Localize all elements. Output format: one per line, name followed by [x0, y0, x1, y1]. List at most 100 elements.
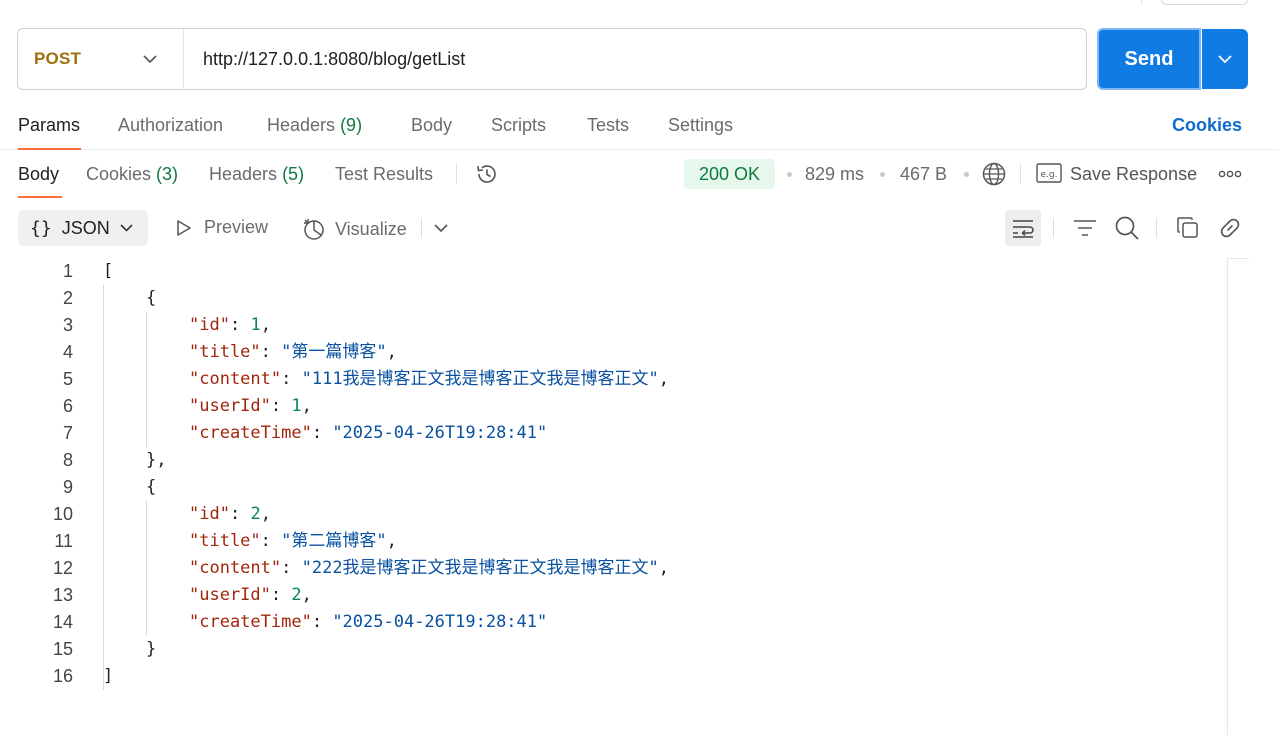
json-punctuation: : — [260, 531, 282, 551]
json-string: "第一篇博客" — [281, 342, 387, 362]
chevron-down-icon — [120, 224, 133, 232]
code-line: 8}, — [0, 447, 1220, 474]
line-number: 1 — [62, 261, 73, 281]
code-text: "id": 2, — [189, 501, 271, 528]
separator-dot — [787, 172, 792, 177]
json-punctuation: : — [311, 423, 333, 443]
tab-tests[interactable]: Tests — [587, 115, 629, 136]
code-line: 14 "createTime": "2025-04-26T19:28:41" — [0, 609, 1220, 636]
tab-label: Body — [411, 115, 453, 135]
tab-params[interactable]: Params — [18, 115, 80, 136]
tab-settings[interactable]: Settings — [668, 115, 733, 136]
url-bar: POST http://127.0.0.1:8080/blog/getList — [17, 28, 1087, 90]
json-key: "id" — [189, 504, 230, 524]
line-number: 14 — [52, 612, 73, 632]
filter-icon — [1074, 220, 1096, 236]
copy-icon — [1177, 217, 1198, 238]
json-punctuation: , — [260, 315, 271, 335]
search-button[interactable] — [1114, 215, 1140, 241]
json-punctuation: : — [229, 315, 251, 335]
svg-text:e.g.: e.g. — [1041, 170, 1058, 180]
method-label: POST — [34, 49, 82, 68]
tab-label: Headers — [209, 164, 278, 184]
vertical-scrollbar[interactable] — [1227, 258, 1249, 735]
json-key: "title" — [189, 531, 261, 551]
format-select[interactable]: {} JSON — [18, 210, 148, 246]
line-number: 9 — [62, 477, 73, 497]
response-tab-test-results[interactable]: Test Results — [335, 164, 433, 185]
chevron-down-icon — [434, 223, 448, 232]
tab-label: Cookies — [86, 164, 152, 184]
code-line: 4 "title": "第一篇博客", — [0, 339, 1220, 366]
tab-count: (5) — [282, 164, 305, 184]
line-number: 7 — [62, 423, 73, 443]
json-punctuation: , — [386, 342, 397, 362]
code-line: 9{ — [0, 474, 1220, 501]
tab-body[interactable]: Body — [411, 115, 452, 136]
request-tabs: Params Authorization Headers (9) Body Sc… — [0, 110, 1278, 150]
wrap-lines-button[interactable] — [1005, 210, 1041, 246]
divider — [421, 218, 422, 238]
filter-button[interactable] — [1072, 216, 1098, 240]
tab-count: (9) — [340, 115, 363, 135]
globe-icon[interactable] — [981, 161, 1007, 187]
send-options-button[interactable] — [1202, 29, 1248, 89]
status-badge[interactable]: 200 OK — [684, 159, 775, 189]
tab-label: Scripts — [491, 115, 547, 135]
visualize-label: Visualize — [335, 218, 407, 239]
json-string: "111我是博客正文我是博客正文我是博客正文" — [301, 369, 659, 389]
link-icon — [1220, 218, 1240, 238]
tab-headers[interactable]: Headers (9) — [267, 115, 362, 136]
tab-label: Tests — [587, 115, 630, 135]
preview-button[interactable]: Preview — [175, 217, 268, 238]
json-punctuation: , — [658, 558, 670, 578]
tab-count: (3) — [156, 164, 179, 184]
copy-link-button[interactable] — [1217, 215, 1243, 241]
json-punctuation: , — [658, 369, 670, 389]
history-icon[interactable] — [474, 161, 500, 187]
tab-authorization[interactable]: Authorization — [118, 115, 223, 136]
code-text: "title": "第一篇博客", — [189, 339, 397, 366]
cookies-link[interactable]: Cookies — [1172, 115, 1242, 136]
active-response-tab-underline — [18, 196, 62, 198]
line-number: 8 — [62, 450, 73, 470]
more-icon[interactable] — [1218, 169, 1242, 179]
separator-dot — [964, 172, 969, 177]
save-response-button[interactable]: Save Response — [1070, 164, 1197, 185]
visualize-options-button[interactable] — [433, 222, 449, 234]
json-key: "userId" — [189, 585, 271, 605]
response-tab-cookies[interactable]: Cookies (3) — [86, 164, 178, 185]
code-text: }, — [146, 447, 166, 474]
code-line: 10 "id": 2, — [0, 501, 1220, 528]
line-number: 3 — [62, 315, 73, 335]
send-button[interactable]: Send — [1097, 28, 1201, 90]
line-number: 11 — [54, 531, 73, 551]
line-number: 16 — [52, 666, 73, 686]
line-number: 2 — [62, 288, 73, 308]
response-tab-body[interactable]: Body — [18, 164, 59, 185]
visualize-button[interactable]: Visualize — [302, 217, 407, 241]
json-string: "222我是博客正文我是博客正文我是博客正文" — [301, 558, 659, 578]
copy-button[interactable] — [1175, 215, 1201, 241]
code-line: 15} — [0, 636, 1220, 663]
chevron-down-icon — [143, 54, 157, 63]
json-string: "2025-04-26T19:28:41" — [332, 612, 548, 632]
json-key: "createTime" — [189, 612, 312, 632]
response-tab-headers[interactable]: Headers (5) — [209, 164, 304, 185]
tab-label: Authorization — [118, 115, 224, 135]
code-line: 2{ — [0, 285, 1220, 312]
divider — [456, 164, 457, 184]
code-line: 11 "title": "第二篇博客", — [0, 528, 1220, 555]
json-key: "content" — [189, 558, 282, 578]
tab-label: Body — [18, 164, 60, 184]
json-punctuation: , — [301, 585, 312, 605]
divider — [1053, 218, 1054, 238]
method-select[interactable]: POST — [18, 29, 184, 89]
json-punctuation: , — [386, 531, 397, 551]
tab-scripts[interactable]: Scripts — [491, 115, 546, 136]
code-text: } — [146, 636, 156, 663]
response-time[interactable]: 829 ms — [805, 164, 864, 185]
json-punctuation: } — [146, 639, 157, 659]
response-size[interactable]: 467 B — [900, 164, 947, 185]
url-input[interactable]: http://127.0.0.1:8080/blog/getList — [184, 49, 465, 70]
